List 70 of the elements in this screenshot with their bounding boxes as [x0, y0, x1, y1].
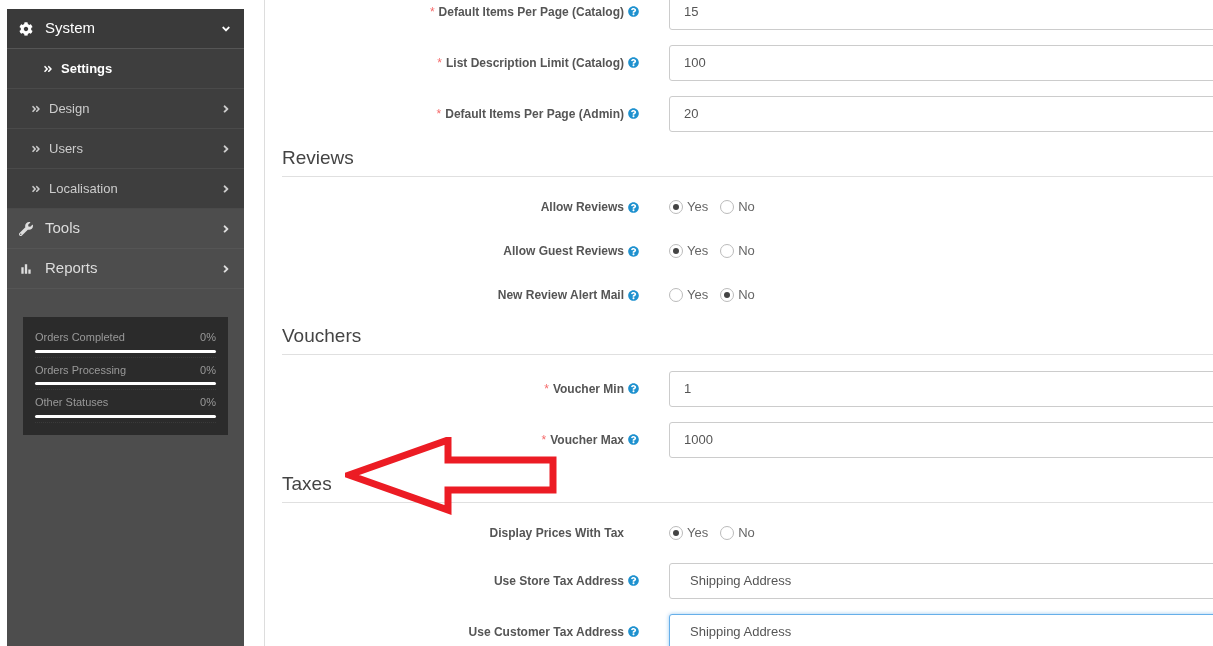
radio-label: Yes — [687, 242, 709, 261]
field-label: Use Customer Tax Address — [468, 623, 624, 641]
field-label: Allow Guest Reviews — [503, 243, 624, 260]
radio-label: No — [738, 524, 755, 543]
required-mark: * — [437, 54, 442, 72]
double-chevron-icon — [31, 103, 41, 114]
help-icon[interactable] — [628, 6, 639, 17]
help-icon[interactable] — [628, 201, 639, 213]
required-mark: * — [429, 3, 435, 21]
help-icon[interactable] — [628, 289, 639, 301]
radio-label: No — [738, 242, 755, 261]
double-chevron-icon — [31, 183, 41, 194]
field-label: Display Prices With Tax — [489, 525, 624, 542]
double-chevron-icon — [31, 143, 41, 154]
radio-button[interactable] — [720, 288, 735, 302]
stat-label: Orders Processing — [35, 362, 127, 378]
section-heading: Vouchers — [282, 323, 362, 348]
radio-button[interactable] — [669, 244, 683, 258]
double-chevron-icon — [43, 63, 53, 74]
field-label: Use Store Tax Address — [493, 572, 624, 590]
help-icon[interactable] — [628, 57, 639, 68]
input-field[interactable]: 1 — [669, 370, 1213, 407]
help-icon[interactable] — [628, 575, 639, 586]
field-label: Allow Reviews — [540, 199, 624, 216]
radio-button[interactable] — [720, 244, 735, 258]
wrench-icon — [19, 221, 33, 236]
radio-button[interactable] — [669, 200, 683, 214]
input-field[interactable]: 20 — [669, 95, 1213, 132]
submenu-item[interactable]: Localisation — [7, 169, 244, 209]
menu-item[interactable]: System — [7, 9, 244, 49]
radio-button[interactable] — [720, 526, 735, 540]
help-icon[interactable] — [628, 626, 639, 637]
field-label: Voucher Max — [550, 431, 624, 449]
bar-chart-icon — [19, 261, 33, 276]
radio-label: Yes — [687, 524, 709, 543]
help-icon[interactable] — [628, 245, 639, 257]
stat-value: 0% — [200, 330, 216, 345]
field-label: List Description Limit (Catalog) — [446, 54, 624, 72]
submenu-item[interactable]: Settings — [7, 49, 244, 89]
radio-button[interactable] — [669, 526, 683, 540]
section-heading: Taxes — [282, 471, 332, 496]
radio-label: Yes — [687, 286, 709, 305]
help-icon[interactable] — [628, 434, 639, 445]
submenu-item[interactable]: Design — [7, 89, 244, 129]
field-label: New Review Alert Mail — [497, 287, 624, 304]
gear-icon — [19, 21, 33, 36]
required-mark: * — [541, 431, 547, 449]
stat-value: 0% — [200, 362, 216, 378]
required-mark: * — [436, 105, 442, 123]
stat-label: Other Statuses — [35, 395, 109, 410]
section-heading: Reviews — [282, 145, 354, 170]
radio-button[interactable] — [669, 288, 683, 302]
field-label: Voucher Min — [552, 380, 624, 398]
radio-button[interactable] — [720, 200, 735, 214]
help-icon[interactable] — [628, 383, 639, 394]
field-label: Default Items Per Page (Catalog) — [438, 3, 624, 21]
radio-label: Yes — [687, 198, 709, 217]
select-field[interactable]: Shipping Address — [669, 613, 1213, 646]
stat-value: 0% — [200, 395, 216, 410]
radio-label: No — [738, 286, 755, 305]
input-field[interactable]: 100 — [669, 44, 1213, 81]
input-field[interactable]: 1000 — [669, 421, 1213, 458]
stat-label: Orders Completed — [35, 330, 125, 345]
radio-label: No — [738, 198, 755, 217]
select-field[interactable]: Shipping Address — [669, 562, 1213, 599]
submenu-item[interactable]: Users — [7, 129, 244, 169]
field-label: Default Items Per Page (Admin) — [445, 105, 624, 123]
input-field[interactable]: 15 — [669, 0, 1213, 30]
help-icon[interactable] — [628, 108, 639, 119]
required-mark: * — [544, 380, 549, 398]
